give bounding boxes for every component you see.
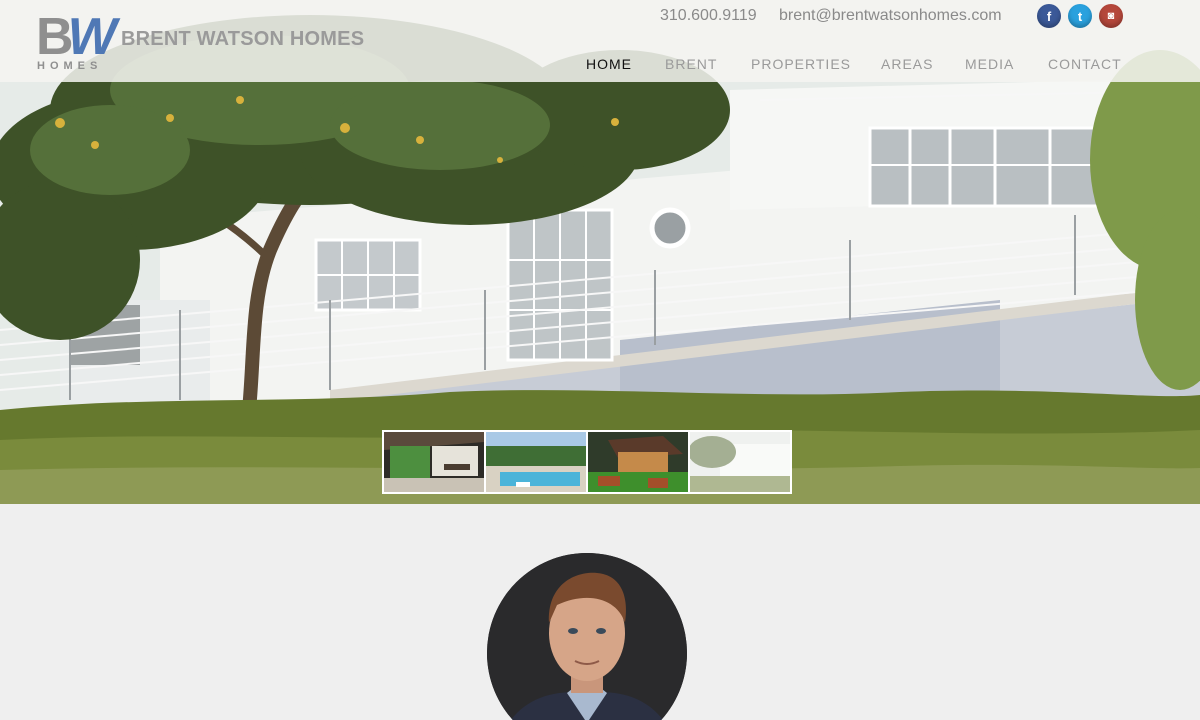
thumbnail-white-house-garden[interactable] [690, 432, 790, 492]
slideshow-thumbnails [382, 430, 792, 494]
thumbnail-pool-garden[interactable] [486, 432, 586, 492]
agent-portrait [487, 553, 687, 720]
nav-item-media[interactable]: MEDIA [965, 56, 1014, 72]
logo-monogram: BW [36, 11, 117, 63]
email-link[interactable]: brent@brentwatsonhomes.com [779, 7, 1002, 25]
nav-item-home[interactable]: HOME [586, 56, 632, 72]
logo-letter-b: B [36, 8, 73, 66]
nav-item-areas[interactable]: AREAS [881, 56, 933, 72]
logo-letter-w: W [67, 8, 117, 66]
thumbnail-interior-glass-room[interactable] [384, 432, 484, 492]
brand-name[interactable]: BRENT WATSON HOMES [121, 28, 364, 51]
site-logo[interactable]: BW HOMES [36, 11, 117, 72]
twitter-icon[interactable]: t [1068, 4, 1092, 28]
site-header: BW HOMES BRENT WATSON HOMES 310.600.9119… [0, 0, 1200, 82]
nav-item-properties[interactable]: PROPERTIES [751, 56, 851, 72]
nav-item-brent[interactable]: BRENT [665, 56, 717, 72]
twitter-glyph: t [1077, 8, 1083, 24]
instagram-icon[interactable]: ◙ [1099, 4, 1123, 28]
nav-item-contact[interactable]: CONTACT [1048, 56, 1122, 72]
instagram-glyph: ◙ [1107, 10, 1115, 22]
thumbnail-evening-patio[interactable] [588, 432, 688, 492]
facebook-glyph: f [1046, 8, 1052, 24]
facebook-icon[interactable]: f [1037, 4, 1061, 28]
phone-number[interactable]: 310.600.9119 [660, 7, 757, 25]
logo-subtitle: HOMES [37, 60, 103, 72]
